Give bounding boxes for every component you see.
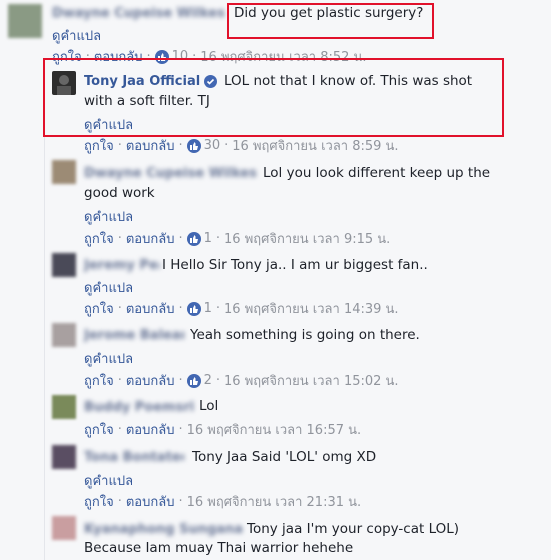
reply-thread-line [44, 64, 45, 560]
timestamp[interactable]: 16 พฤศจิกายน เวลา 9:15 น. [224, 228, 390, 249]
timestamp[interactable]: 16 พฤศจิกายน เวลา 15:02 น. [224, 370, 399, 391]
commenter-name-text[interactable]: Tony Jaa Official [84, 74, 200, 89]
reply-link[interactable]: ตอบกลับ [126, 298, 175, 319]
like-link[interactable]: ถูกใจ [84, 298, 114, 319]
commenter-name[interactable]: Tona Bontatee [84, 450, 184, 465]
like-icon[interactable] [186, 231, 201, 246]
comment-text: Lol [199, 398, 219, 414]
comment-actions: ถูกใจ · ตอบกลับ · 1 · 16 พฤศจิกายน เวลา … [84, 298, 399, 319]
comment-text-line-1: Lol you look different keep up the [263, 165, 491, 181]
avatar[interactable] [52, 71, 76, 95]
avatar[interactable] [52, 516, 76, 540]
comment-actions: ถูกใจ · ตอบกลับ · 30 · 16 พฤศจิกายน เวลา… [84, 135, 399, 156]
separator: · [117, 231, 122, 246]
separator: · [215, 301, 221, 316]
like-icon[interactable] [186, 301, 201, 316]
timestamp[interactable]: 16 พฤศจิกายน เวลา 21:31 น. [187, 491, 362, 512]
avatar[interactable] [52, 395, 76, 419]
like-icon[interactable] [186, 138, 201, 153]
comment-actions: ถูกใจ · ตอบกลับ · 16 พฤศจิกายน เวลา 16:5… [84, 419, 361, 440]
separator: · [178, 301, 183, 316]
timestamp[interactable]: 16 พฤศจิกายน เวลา 8:59 น. [232, 135, 398, 156]
avatar[interactable] [52, 253, 76, 277]
see-translation-link[interactable]: ดูคำแปล [84, 206, 133, 227]
like-count[interactable]: 1 [204, 301, 212, 316]
avatar[interactable] [52, 160, 76, 184]
separator: · [117, 373, 122, 388]
see-translation-link[interactable]: ดูคำแปล [84, 114, 133, 135]
commenter-name[interactable]: Jeremy Pearl [84, 258, 160, 273]
separator: · [117, 138, 122, 153]
like-count[interactable]: 30 [204, 138, 221, 153]
like-link[interactable]: ถูกใจ [84, 228, 114, 249]
like-icon[interactable] [186, 373, 201, 388]
avatar[interactable] [52, 445, 76, 469]
avatar[interactable] [52, 323, 76, 347]
like-count[interactable]: 1 [204, 231, 212, 246]
separator: · [178, 231, 183, 246]
see-translation-link[interactable]: ดูคำแปล [84, 348, 133, 369]
timestamp[interactable]: 16 พฤศจิกายน เวลา 14:39 น. [224, 298, 399, 319]
comment-actions: ถูกใจ · ตอบกลับ · 1 · 16 พฤศจิกายน เวลา … [84, 228, 390, 249]
commenter-name[interactable]: Dwayne Cupeise Wilkes [52, 6, 225, 21]
separator: · [215, 373, 221, 388]
reply-link[interactable]: ตอบกลับ [126, 491, 175, 512]
comment-text-line-2: with a soft filter. TJ [84, 93, 210, 109]
like-link[interactable]: ถูกใจ [84, 135, 114, 156]
comment-text: I Hello Sir Tony ja.. I am ur biggest fa… [162, 257, 428, 273]
separator: · [224, 138, 229, 153]
separator: · [178, 373, 183, 388]
verified-badge-icon [204, 75, 218, 88]
comment-text-line-1: Tony jaa I'm your copy-cat LOL) [247, 521, 460, 537]
like-link[interactable]: ถูกใจ [84, 491, 114, 512]
highlight-box [227, 3, 434, 39]
commenter-name[interactable]: Dwayne Cupeise Wilkes [84, 166, 257, 181]
comment-text-line-2: good work [84, 185, 155, 201]
reply-link[interactable]: ตอบกลับ [126, 419, 175, 440]
timestamp[interactable]: 16 พฤศจิกายน เวลา 16:57 น. [187, 419, 362, 440]
separator: · [117, 494, 122, 509]
separator: · [117, 301, 122, 316]
like-count[interactable]: 2 [204, 373, 212, 388]
like-link[interactable]: ถูกใจ [84, 419, 114, 440]
commenter-name[interactable]: Kyanaphong Sunganakuzhae [84, 522, 244, 537]
commenter-name[interactable]: Buddy Poemsri [84, 400, 194, 415]
separator: · [215, 231, 221, 246]
comment-actions: ถูกใจ · ตอบกลับ · 2 · 16 พฤศจิกายน เวลา … [84, 370, 399, 391]
see-translation-link[interactable]: ดูคำแปล [84, 277, 133, 298]
commenter-name[interactable]: Tony Jaa Official [84, 74, 218, 89]
comment-text: Yeah something is going on there. [190, 327, 420, 343]
avatar[interactable] [8, 4, 42, 38]
comment-text-line-1: LOL not that I know of. This was shot [224, 73, 473, 89]
see-translation-link[interactable]: ดูคำแปล [84, 470, 133, 491]
separator: · [117, 422, 122, 437]
comment-text-line-2: Because Iam muay Thai warrior hehehe [84, 540, 354, 556]
comment-text: Tony Jaa Said 'LOL' omg XD [192, 449, 377, 465]
separator: · [178, 422, 183, 437]
reply-link[interactable]: ตอบกลับ [126, 370, 175, 391]
separator: · [178, 494, 183, 509]
reply-link[interactable]: ตอบกลับ [126, 228, 175, 249]
like-link[interactable]: ถูกใจ [84, 370, 114, 391]
see-translation-link[interactable]: ดูคำแปล [52, 25, 101, 46]
commenter-name[interactable]: Jerome Balean [84, 328, 184, 343]
reply-link[interactable]: ตอบกลับ [126, 135, 175, 156]
comment-actions: ถูกใจ · ตอบกลับ · 16 พฤศจิกายน เวลา 21:3… [84, 491, 361, 512]
separator: · [178, 138, 183, 153]
